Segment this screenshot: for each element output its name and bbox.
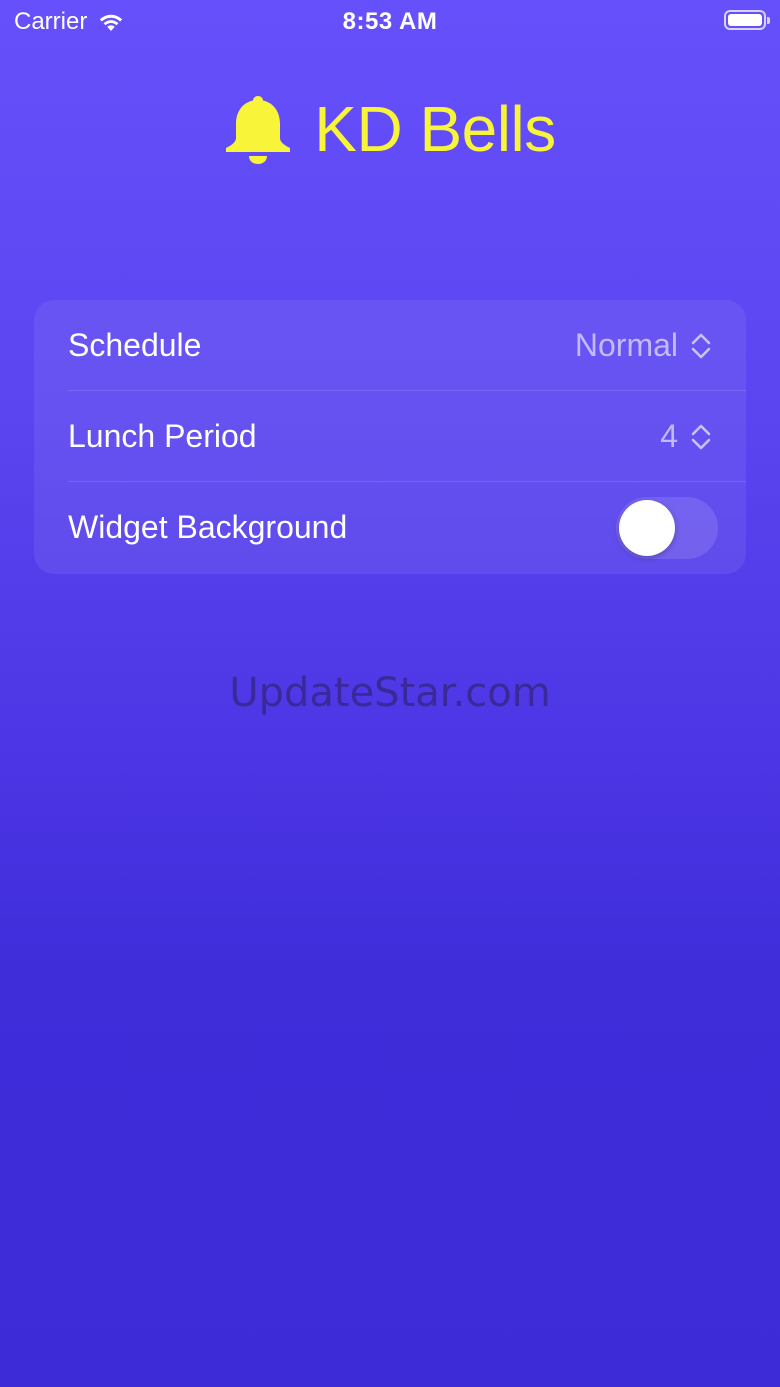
schedule-picker[interactable]: Normal <box>575 327 712 364</box>
widget-background-toggle[interactable] <box>616 496 718 559</box>
lunch-period-value: 4 <box>660 418 678 454</box>
watermark-text: UpdateStar.com <box>229 670 551 716</box>
bell-icon <box>226 96 291 164</box>
watermark-container: UpdateStar.com <box>0 670 780 716</box>
battery-level <box>728 14 762 26</box>
lunch-period-picker[interactable]: 4 <box>660 418 712 455</box>
status-left: Carrier <box>14 8 125 36</box>
chevron-up-down-icon <box>691 333 711 358</box>
widget-background-label: Widget Background <box>68 509 348 545</box>
status-bar: Carrier 8:53 AM <box>0 0 780 44</box>
wifi-icon <box>100 14 123 31</box>
lunch-period-label: Lunch Period <box>68 418 257 454</box>
lunch-period-row[interactable]: Lunch Period 4 <box>34 391 746 482</box>
app-header: KD Bells <box>0 92 780 166</box>
schedule-label: Schedule <box>68 327 202 363</box>
chevron-up-down-icon <box>691 424 711 449</box>
battery-nub <box>767 17 770 24</box>
carrier-label: Carrier <box>14 8 88 35</box>
app-title: KD Bells <box>314 93 556 165</box>
toggle-knob <box>619 499 675 556</box>
battery-icon <box>724 10 770 30</box>
schedule-row[interactable]: Schedule Normal <box>34 300 746 391</box>
settings-card: Schedule Normal Lunch Period 4 Widget Ba… <box>34 300 746 574</box>
widget-background-row: Widget Background <box>34 482 746 573</box>
schedule-value: Normal <box>574 327 678 363</box>
status-time: 8:53 AM <box>342 8 438 35</box>
